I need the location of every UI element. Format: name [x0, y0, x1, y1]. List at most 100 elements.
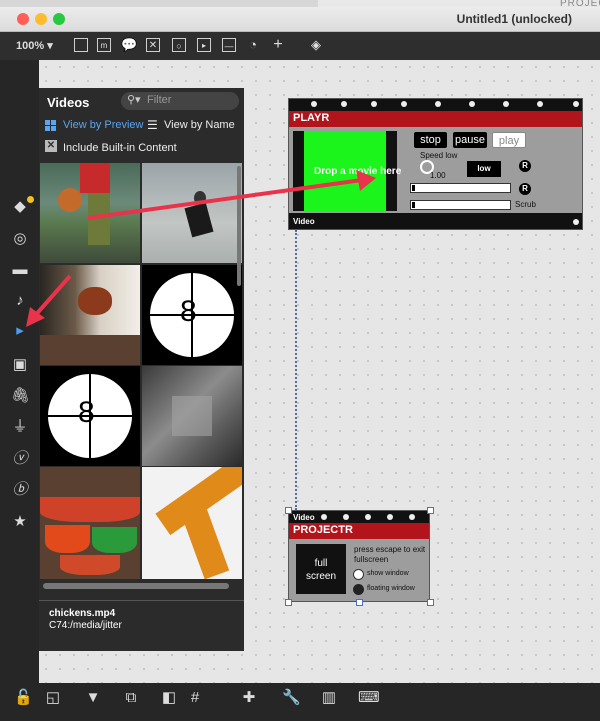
- inlet-dot[interactable]: [573, 101, 579, 107]
- inlet-dot[interactable]: [387, 514, 393, 520]
- floating-window-radio[interactable]: [353, 584, 364, 595]
- paint-bucket-icon[interactable]: ◈: [309, 38, 323, 52]
- dial-object-icon[interactable]: ◔: [246, 38, 260, 52]
- inlet-dot[interactable]: [343, 514, 349, 520]
- inlet-dot[interactable]: [371, 101, 377, 107]
- view-by-preview-option[interactable]: View by Preview: [63, 119, 144, 131]
- keyboard-icon[interactable]: ⌨: [358, 689, 380, 707]
- minimize-window-button[interactable]: [35, 13, 47, 25]
- inlet-dot[interactable]: [401, 101, 407, 107]
- lock-icon[interactable]: 🔓: [14, 689, 33, 707]
- video-thumbnail-skater[interactable]: [142, 163, 242, 263]
- playr-title: PLAYR: [293, 112, 330, 124]
- list-view-icon[interactable]: ☰: [147, 118, 158, 132]
- horizontal-scrollbar[interactable]: [43, 583, 229, 589]
- zoom-menu[interactable]: 100% ▾: [16, 39, 53, 52]
- escape-hint: press escape to exit fullscreen: [354, 545, 426, 564]
- show-window-label: show window: [367, 570, 409, 577]
- comment-icon[interactable]: 💬: [121, 38, 137, 52]
- projectr-input-label: Video: [293, 513, 315, 522]
- selection-handle[interactable]: [427, 507, 434, 514]
- vizzie-icon[interactable]: ⓥ: [11, 450, 29, 468]
- object-box-icon[interactable]: [74, 38, 88, 52]
- plug-icon[interactable]: ⏚: [11, 418, 29, 436]
- new-object-icon[interactable]: ✚: [240, 689, 258, 707]
- reset-position-button[interactable]: R: [519, 183, 531, 195]
- drum-icon[interactable]: ▬: [11, 261, 29, 279]
- video-thumbnail-basketball[interactable]: [40, 163, 140, 263]
- inlet-dot[interactable]: [311, 101, 317, 107]
- video-thumbnail-excavator[interactable]: [142, 467, 242, 579]
- inlet-dot[interactable]: [469, 101, 475, 107]
- message-box-icon[interactable]: m: [97, 38, 111, 52]
- play-button[interactable]: play: [492, 132, 526, 148]
- grid-view-icon[interactable]: [45, 120, 56, 131]
- beap-icon[interactable]: ⓑ: [11, 481, 29, 499]
- inlet-dot[interactable]: [537, 101, 543, 107]
- reset-speed-button[interactable]: R: [519, 160, 531, 172]
- inlet-dot[interactable]: [341, 101, 347, 107]
- patch-cord[interactable]: [295, 230, 297, 510]
- audio-icon[interactable]: ◎: [11, 230, 29, 248]
- video-icon[interactable]: ▸: [11, 322, 29, 340]
- search-field[interactable]: ⚲▾ Filter: [121, 92, 239, 110]
- grid-icon[interactable]: #: [186, 689, 204, 707]
- outlet-dot[interactable]: [573, 219, 579, 225]
- search-placeholder: Filter: [147, 94, 172, 106]
- selection-handle[interactable]: [356, 599, 363, 606]
- scrub-slider[interactable]: [410, 200, 511, 210]
- debug-icon[interactable]: ▼: [84, 689, 102, 707]
- align-icon[interactable]: ◧: [160, 689, 178, 707]
- image-icon[interactable]: ▣: [11, 356, 29, 374]
- inlet-dot[interactable]: [503, 101, 509, 107]
- full-screen-button[interactable]: full screen: [296, 544, 346, 594]
- show-window-radio[interactable]: [353, 569, 364, 580]
- playr-footer-label: Video: [293, 217, 315, 226]
- selection-handle[interactable]: [427, 599, 434, 606]
- favorites-star-icon[interactable]: ★: [11, 513, 29, 531]
- selection-handle[interactable]: [285, 599, 292, 606]
- include-builtin-checkbox[interactable]: ✕: [45, 140, 57, 152]
- presentation-icon[interactable]: ◱: [44, 689, 62, 707]
- drop-movie-text: Drop a movie here: [314, 166, 402, 177]
- position-slider[interactable]: [410, 183, 511, 193]
- playr-module[interactable]: PLAYR Drop a movie here stop pause play …: [288, 98, 583, 230]
- selected-file-name: chickens.mp4: [49, 608, 116, 619]
- windows-icon[interactable]: ⧉: [122, 689, 140, 707]
- low-toggle[interactable]: low: [467, 161, 501, 177]
- paperclip-icon[interactable]: 🖇: [11, 387, 30, 405]
- piano-icon[interactable]: ▥: [320, 689, 338, 707]
- close-window-button[interactable]: [17, 13, 29, 25]
- pause-button[interactable]: pause: [453, 132, 487, 148]
- patcher-toolbar: 100% ▾ m 💬 ✕ ○ ▸ — ◔ + ◈: [0, 32, 600, 60]
- inlet-dot[interactable]: [409, 514, 415, 520]
- vertical-scrollbar[interactable]: [237, 166, 241, 286]
- video-thumbnail-countdown-2[interactable]: 8: [40, 366, 140, 466]
- music-note-icon[interactable]: ♪: [11, 292, 29, 310]
- inlet-dot[interactable]: [435, 101, 441, 107]
- inlet-dot[interactable]: [365, 514, 371, 520]
- bottom-toolbar: 🔓 ◱ ▼ ⧉ ◧ # ✚ 🔧 ▥ ⌨: [0, 683, 600, 721]
- add-object-icon[interactable]: +: [271, 37, 285, 53]
- floating-window-label: floating window: [367, 585, 415, 592]
- inlet-dot[interactable]: [321, 514, 327, 520]
- button-object-icon[interactable]: ✕: [146, 38, 160, 52]
- video-thumbnail-countdown-1[interactable]: 8: [142, 265, 242, 365]
- video-thumbnail-machine[interactable]: [142, 366, 242, 466]
- number-object-icon[interactable]: ▸: [197, 38, 211, 52]
- wrench-icon[interactable]: 🔧: [282, 689, 301, 707]
- view-by-name-option[interactable]: View by Name: [164, 119, 235, 131]
- video-thumbnail-chickens[interactable]: [40, 265, 140, 365]
- zoom-window-button[interactable]: [53, 13, 65, 25]
- search-icon: ⚲▾: [127, 94, 141, 106]
- movie-drop-zone[interactable]: Drop a movie here: [304, 131, 401, 211]
- projectr-module[interactable]: Video PROJECTR full screen press escape …: [288, 510, 430, 602]
- video-thumbnail-bowls[interactable]: [40, 467, 140, 579]
- scrub-label: Scrub: [515, 200, 536, 209]
- toggle-object-icon[interactable]: ○: [172, 38, 186, 52]
- stop-button[interactable]: stop: [414, 132, 447, 148]
- speed-value: 1.00: [430, 171, 446, 180]
- slider-object-icon[interactable]: —: [222, 38, 236, 52]
- selection-handle[interactable]: [285, 507, 292, 514]
- include-builtin-label: Include Built-in Content: [63, 142, 177, 154]
